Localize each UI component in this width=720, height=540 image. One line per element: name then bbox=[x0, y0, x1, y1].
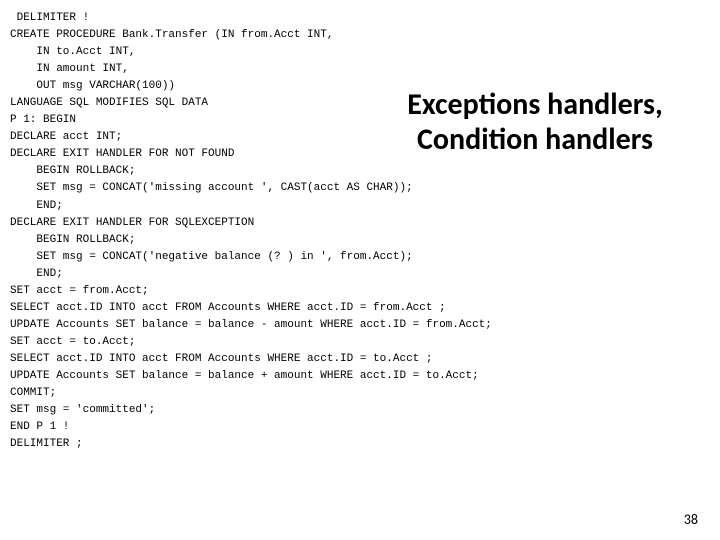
slide-title: Exceptions handlers, Condition handlers bbox=[370, 88, 700, 157]
code-block: DELIMITER ! CREATE PROCEDURE Bank.Transf… bbox=[0, 0, 720, 453]
page-number: 38 bbox=[684, 511, 698, 528]
